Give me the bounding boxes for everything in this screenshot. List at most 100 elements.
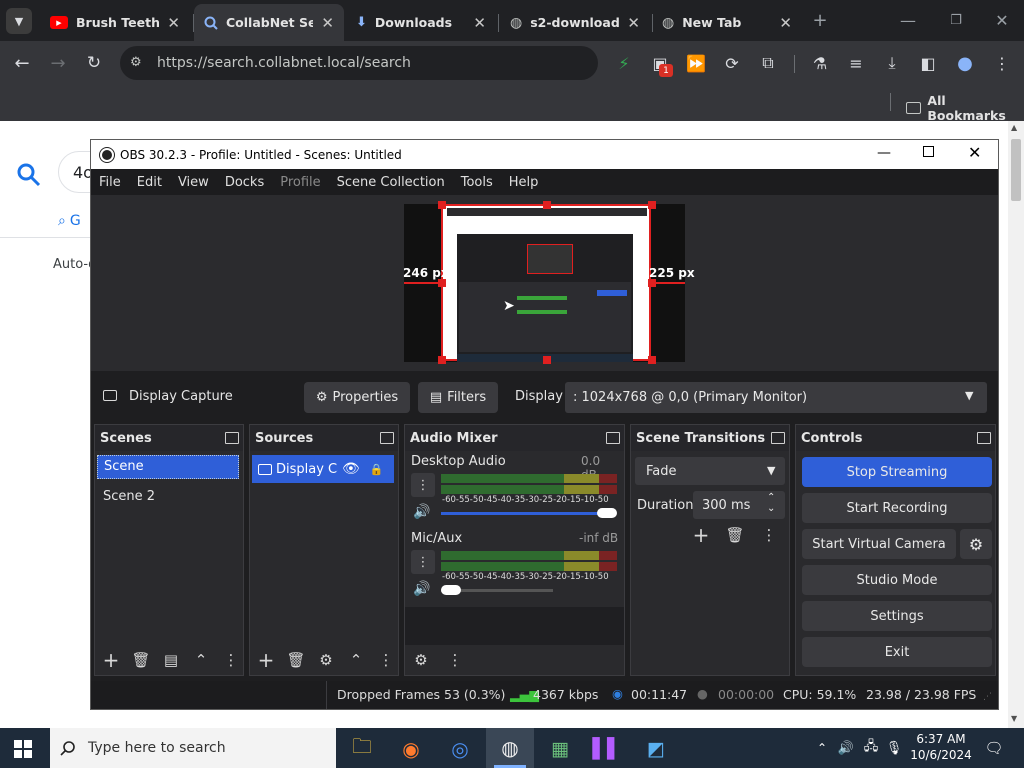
channel-menu-icon[interactable]: ⋮ [411,473,435,497]
speaker-icon[interactable]: 🔊 [413,504,430,520]
minimize-icon[interactable]: — [896,8,920,32]
filters-button[interactable]: ▤ Filters [418,382,498,413]
obs-minimize-icon[interactable]: — [877,145,891,161]
site-info-icon[interactable]: ⚙ [130,55,142,70]
undock-icon[interactable] [225,432,239,444]
file-explorer-icon[interactable]: 🗀 [344,734,380,762]
close-icon[interactable]: ✕ [473,14,486,32]
properties-button[interactable]: ⚙ Properties [304,382,410,413]
page-scrollbar[interactable]: ▲ ▼ [1008,121,1024,728]
downloads-icon[interactable]: ⤓ [880,51,904,75]
tab-collabnet-search[interactable]: CollabNet Sear ✕ [194,4,344,41]
volume-slider-handle[interactable] [597,508,617,518]
undock-icon[interactable] [380,432,394,444]
notification-center-icon[interactable]: 🗨 [982,737,1006,759]
remove-source-icon[interactable]: 🗑 [284,648,308,672]
scene-filters-icon[interactable]: ▤ [159,648,183,672]
volume-slider-handle[interactable] [441,585,461,595]
clock[interactable]: 6:37 AM 10/6/2024 [910,731,972,763]
microphone-tray-icon[interactable]: 🎙 [884,738,904,758]
obs-taskbar-button[interactable]: ◍ [486,728,534,768]
start-recording-button[interactable]: Start Recording [802,493,992,523]
more-options-icon[interactable]: ⋮ [219,648,243,672]
start-virtual-camera-button[interactable]: Start Virtual Camera [802,529,956,559]
scrollbar-thumb[interactable] [1011,139,1021,201]
close-icon[interactable]: ✕ [321,14,334,32]
add-scene-icon[interactable]: + [99,648,123,672]
side-panel-icon[interactable]: ◧ [916,51,940,75]
chrome-menu-icon[interactable]: ⋮ [990,51,1014,75]
extensions-puzzle-icon[interactable]: ⧉ [756,51,780,75]
virtual-camera-gear-icon[interactable]: ⚙ [960,529,992,559]
menu-profile[interactable]: Profile [272,175,328,190]
forward-arrow-icon[interactable]: → [46,51,70,75]
extension-media-icon[interactable]: ⏩ [684,51,708,75]
media-queue-icon[interactable]: ≡ [844,51,868,75]
chrome-icon[interactable]: ◎ [445,736,475,762]
all-bookmarks-button[interactable]: All Bookmarks [906,93,1024,123]
scene-item-scene-2[interactable]: Scene 2 [103,489,155,504]
tab-new-tab[interactable]: ◍ New Tab ✕ [652,4,802,41]
lock-icon[interactable]: 🔒 [370,463,384,476]
obs-preview-area[interactable]: ➤ 246 px 225 px [91,195,998,371]
add-transition-icon[interactable]: + [689,523,713,547]
remote-app-icon[interactable]: ▦ [545,736,575,762]
undock-icon[interactable] [771,432,785,444]
speaker-icon[interactable]: 🔊 [413,581,430,597]
preview-source-capture[interactable]: ➤ [438,201,656,364]
close-icon[interactable]: ✕ [167,14,180,32]
tab-s2-download[interactable]: ◍ s2-download.x ✕ [500,4,650,41]
advanced-audio-gear-icon[interactable]: ⚙ [409,648,433,672]
tab-brush-teeth[interactable]: ▶ Brush Teeth wi ✕ [40,4,190,41]
add-source-icon[interactable]: + [254,648,278,672]
editor-app-icon[interactable]: ◩ [641,736,671,762]
scene-item-scene[interactable]: Scene [97,455,239,479]
display-select[interactable]: : 1024x768 @ 0,0 (Primary Monitor) ▼ [565,382,987,413]
stop-streaming-button[interactable]: Stop Streaming [802,457,992,487]
studio-mode-button[interactable]: Studio Mode [802,565,992,595]
new-tab-plus-icon[interactable]: + [808,8,832,32]
duration-spinbox[interactable]: 300 ms ⌃ ⌄ [693,491,785,519]
ide-app-icon[interactable]: ▌▌ [592,736,622,762]
resize-grip-icon[interactable]: ⋰ [983,692,992,702]
transition-select[interactable]: Fade ▼ [635,457,785,485]
volume-slider-track[interactable] [441,512,616,515]
menu-docks[interactable]: Docks [217,175,272,190]
channel-menu-icon[interactable]: ⋮ [411,550,435,574]
obs-close-icon[interactable]: ✕ [968,143,981,162]
visibility-eye-icon[interactable]: 👁 [342,461,360,477]
spin-up-icon[interactable]: ⌃ [767,492,775,503]
move-up-icon[interactable]: ⌃ [189,648,213,672]
obs-title-bar[interactable]: OBS 30.2.3 - Profile: Untitled - Scenes:… [91,140,998,169]
menu-edit[interactable]: Edit [129,175,170,190]
exit-button[interactable]: Exit [802,637,992,667]
windows-start-icon[interactable] [14,740,32,758]
source-item-display-capture[interactable]: Display Ca 👁 🔒 [252,455,394,483]
remove-transition-icon[interactable]: 🗑 [723,523,747,547]
restore-icon[interactable]: ❐ [944,8,968,32]
network-tray-icon[interactable]: 🖧 [861,738,881,758]
undock-icon[interactable] [977,432,991,444]
menu-scene-collection[interactable]: Scene Collection [329,175,453,190]
address-bar[interactable]: ⚙ https://search.collabnet.local/search [120,46,598,80]
results-tab[interactable]: ⌕ G [58,213,81,229]
firefox-icon[interactable]: ◉ [396,736,426,762]
spin-down-icon[interactable]: ⌄ [767,503,775,514]
back-arrow-icon[interactable]: ← [10,51,34,75]
extension-loop-icon[interactable]: ⟳ [720,51,744,75]
undock-icon[interactable] [606,432,620,444]
volume-tray-icon[interactable]: 🔊 [836,738,856,758]
extension-bolt-icon[interactable]: ⚡ [612,51,636,75]
menu-tools[interactable]: Tools [453,175,501,190]
close-icon[interactable]: ✕ [779,14,792,32]
menu-file[interactable]: File [91,175,129,190]
tray-chevron-up-icon[interactable]: ⌃ [812,738,832,758]
obs-maximize-icon[interactable] [923,146,934,157]
transition-options-icon[interactable]: ⋮ [757,523,781,547]
close-icon[interactable]: ✕ [627,14,640,32]
remove-scene-icon[interactable]: 🗑 [129,648,153,672]
tab-search-icon[interactable]: ▼ [6,8,32,34]
menu-view[interactable]: View [170,175,217,190]
mixer-options-icon[interactable]: ⋮ [443,648,467,672]
more-options-icon[interactable]: ⋮ [374,648,398,672]
